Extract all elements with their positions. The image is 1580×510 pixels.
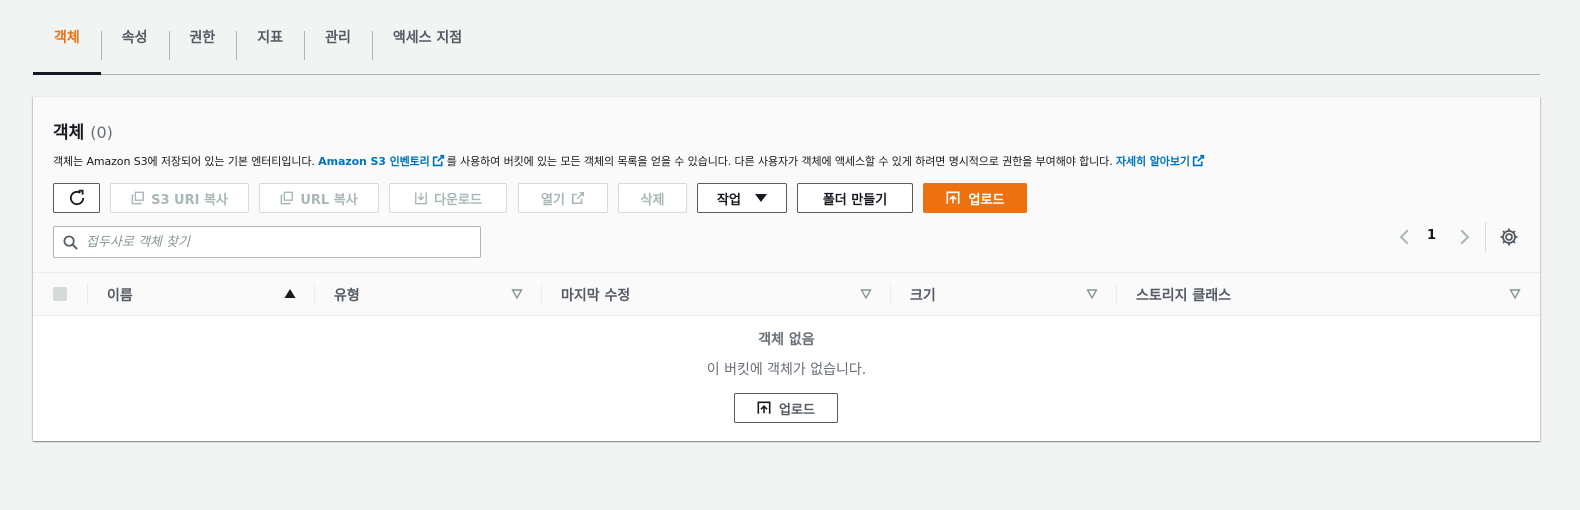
upload-label: 업로드 <box>968 192 1005 208</box>
panel-description: 객체는 Amazon S3에 저장되어 있는 기본 엔터티입니다. Amazon… <box>53 153 1207 169</box>
tab-label: 속성 <box>121 30 148 46</box>
tab-objects[interactable]: 객체 <box>33 0 101 75</box>
copy-url-button[interactable]: URL 복사 <box>259 183 379 213</box>
delete-button[interactable]: 삭제 <box>618 183 687 213</box>
refresh-icon <box>69 189 84 206</box>
copy-s3-uri-label: S3 URI 복사 <box>151 192 228 208</box>
panel-title: 객체 (0) <box>53 118 113 143</box>
external-link-icon <box>432 154 444 167</box>
caret-down-icon <box>754 194 767 202</box>
download-label: 다운로드 <box>434 192 482 208</box>
tab-access-points[interactable]: 액세스 지점 <box>371 0 483 74</box>
refresh-button[interactable] <box>53 183 100 213</box>
empty-state-subtitle: 이 버킷에 객체가 없습니다. <box>706 362 867 378</box>
empty-state-upload-label: 업로드 <box>779 402 815 418</box>
copy-s3-uri-button[interactable]: S3 URI 복사 <box>110 183 249 213</box>
pagination-divider <box>1485 222 1486 252</box>
upload-icon <box>757 401 771 414</box>
download-button[interactable]: 다운로드 <box>389 183 507 213</box>
chevron-left-icon[interactable] <box>1396 228 1414 246</box>
sort-ascending-icon[interactable] <box>284 288 296 300</box>
table-header: 이름 유형 마지막 수정 크기 스토리지 클래스 <box>33 273 1540 316</box>
open-label: 열기 <box>541 192 565 208</box>
panel-title-text: 객체 <box>53 123 85 143</box>
column-header-last-modified[interactable]: 마지막 수정 <box>561 285 630 305</box>
column-header-name[interactable]: 이름 <box>107 285 133 305</box>
column-divider <box>87 284 88 305</box>
tab-management[interactable]: 관리 <box>304 0 372 74</box>
open-button[interactable]: 열기 <box>518 183 608 213</box>
upload-button[interactable]: 업로드 <box>923 183 1027 213</box>
sort-icon[interactable] <box>1086 288 1098 300</box>
actions-label: 작업 <box>717 192 741 208</box>
empty-state-upload-button[interactable]: 업로드 <box>734 393 838 423</box>
tab-bar: 객체 속성 권한 지표 관리 액세스 지점 <box>33 0 1540 75</box>
copy-icon <box>280 191 294 205</box>
empty-state-title: 객체 없음 <box>758 332 815 348</box>
search-input[interactable] <box>86 227 476 257</box>
create-folder-label: 폴더 만들기 <box>822 192 888 208</box>
inventory-link[interactable]: Amazon S3 인벤토리 <box>318 154 447 168</box>
copy-icon <box>131 191 145 205</box>
tab-label: 액세스 지점 <box>392 30 463 46</box>
objects-panel: 객체 (0) 객체는 Amazon S3에 저장되어 있는 기본 엔터티입니다.… <box>33 96 1540 441</box>
description-text-2: 를 사용하여 버킷에 있는 모든 객체의 목록을 얻을 수 있습니다. 다른 사… <box>446 155 1116 168</box>
upload-icon <box>946 191 960 204</box>
learn-more-link-text: 자세히 알아보기 <box>1116 155 1190 168</box>
column-divider <box>541 284 542 305</box>
sort-icon[interactable] <box>1509 288 1521 300</box>
external-link-icon <box>571 191 584 205</box>
column-header-type[interactable]: 유형 <box>334 285 360 305</box>
description-text-1: 객체는 Amazon S3에 저장되어 있는 기본 엔터티입니다. <box>53 155 319 168</box>
panel-header: 객체 (0) 객체는 Amazon S3에 저장되어 있는 기본 엔터티입니다.… <box>33 97 1540 273</box>
tab-label: 지표 <box>257 30 284 46</box>
column-header-storage-class[interactable]: 스토리지 클래스 <box>1136 285 1231 305</box>
chevron-right-icon[interactable] <box>1455 228 1473 246</box>
select-all-checkbox[interactable] <box>53 287 67 301</box>
tab-metrics[interactable]: 지표 <box>236 0 304 74</box>
column-divider <box>314 284 315 305</box>
download-icon <box>415 192 428 205</box>
sort-icon[interactable] <box>860 288 872 300</box>
tab-label: 관리 <box>325 30 351 46</box>
sort-icon[interactable] <box>511 288 523 300</box>
tab-label: 객체 <box>54 30 80 46</box>
inventory-link-text: Amazon S3 인벤토리 <box>318 155 430 168</box>
search-icon <box>63 235 78 250</box>
actions-dropdown[interactable]: 작업 <box>697 183 787 213</box>
current-page[interactable]: 1 <box>1427 228 1436 243</box>
external-link-icon <box>1192 154 1205 167</box>
tab-permissions[interactable]: 권한 <box>168 0 237 74</box>
tab-properties[interactable]: 속성 <box>100 0 169 74</box>
column-divider <box>1116 284 1117 305</box>
create-folder-button[interactable]: 폴더 만들기 <box>797 183 913 213</box>
search-box <box>53 226 481 258</box>
learn-more-link[interactable]: 자세히 알아보기 <box>1116 154 1207 168</box>
column-header-size[interactable]: 크기 <box>910 285 936 305</box>
delete-label: 삭제 <box>640 192 665 208</box>
tab-label: 권한 <box>189 30 216 46</box>
gear-icon[interactable] <box>1499 227 1519 247</box>
copy-url-label: URL 복사 <box>300 192 358 208</box>
object-count: (0) <box>90 123 113 142</box>
column-divider <box>890 284 891 305</box>
